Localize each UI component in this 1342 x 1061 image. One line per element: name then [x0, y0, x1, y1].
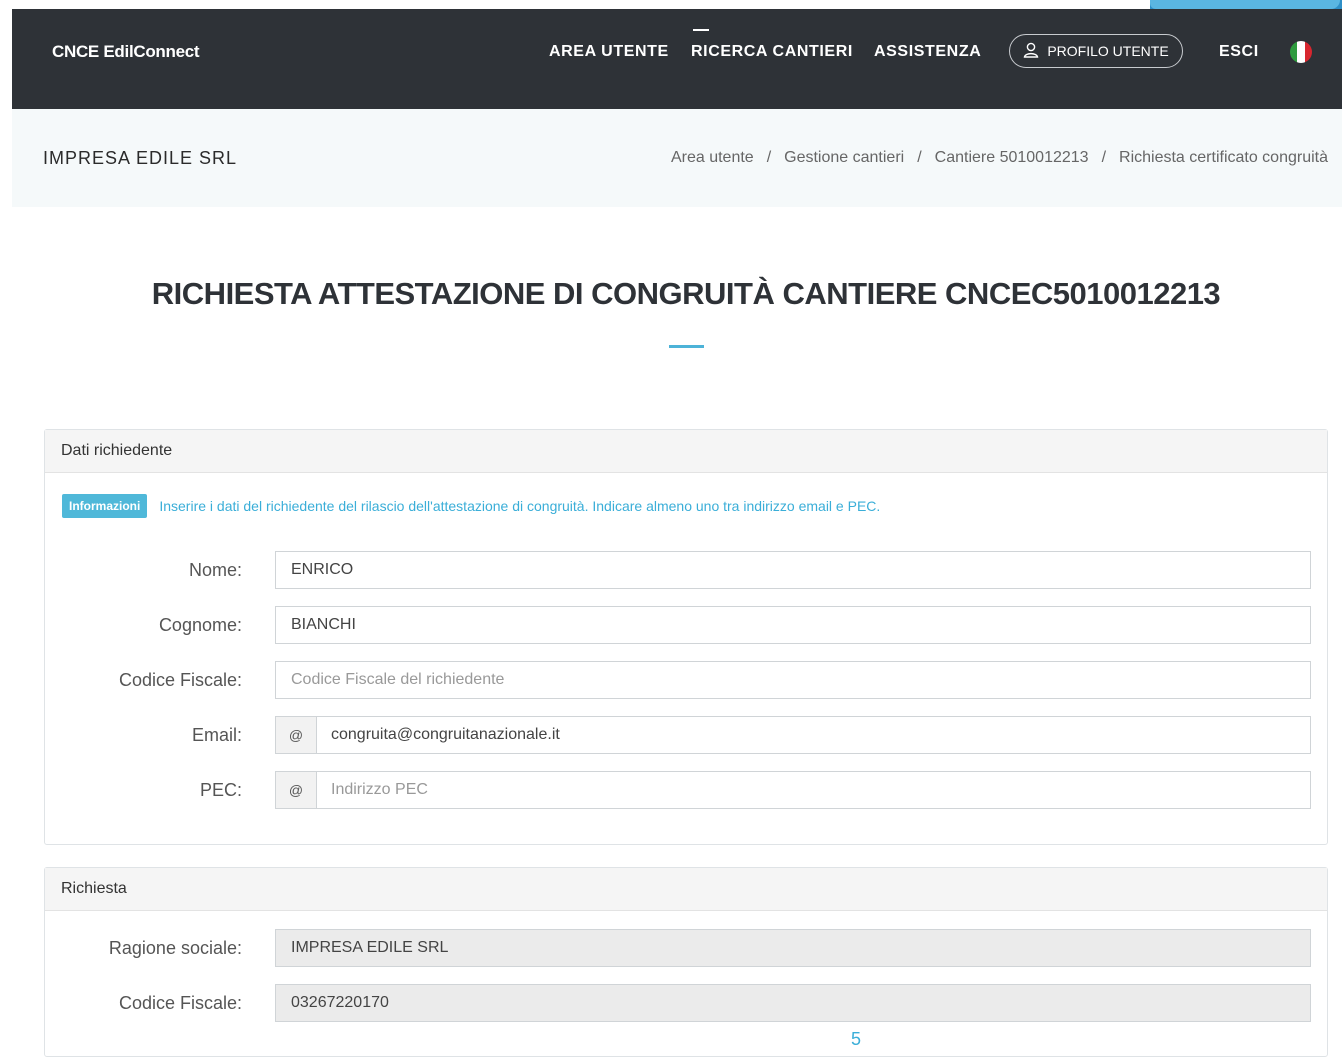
nome-label: Nome:	[188, 560, 242, 580]
page-title: RICHIESTA ATTESTAZIONE DI CONGRUITÀ CANT…	[151, 276, 1221, 311]
form-row-codice-fiscale-impresa: Codice Fiscale: 03267220170	[45, 984, 1329, 1022]
form-row-nome: Nome: ENRICO	[45, 551, 1329, 589]
codice-fiscale-input[interactable]: Codice Fiscale del richiedente	[275, 661, 1311, 699]
panel-heading: Dati richiedente	[45, 430, 1327, 473]
nav-ricerca-cantieri[interactable]: RICERCA CANTIERI	[691, 9, 853, 95]
user-icon	[1023, 42, 1039, 61]
nav-area-utente[interactable]: AREA UTENTE	[549, 9, 669, 95]
italian-flag-icon[interactable]	[1290, 41, 1312, 63]
brand-logo[interactable]: CNCE EdilConnect	[52, 9, 200, 95]
panel-richiesta: Richiesta Ragione sociale: IMPRESA EDILE…	[44, 867, 1328, 1057]
email-at-addon: @	[275, 716, 317, 754]
info-badge: Informazioni	[62, 494, 148, 518]
title-underline	[669, 345, 704, 348]
page-number: 5	[851, 1029, 862, 1049]
breadcrumb-cantiere[interactable]: Cantiere 5010012213	[935, 149, 1089, 166]
profile-button[interactable]: PROFILO UTENTE	[1009, 34, 1183, 68]
email-label: Email:	[191, 725, 242, 745]
info-text: Inserire i dati del richiedente del rila…	[159, 498, 881, 514]
panel-dati-richiedente: Dati richiedente Informazioni Inserire i…	[44, 429, 1328, 845]
breadcrumb: Area utente / Gestione cantieri / Cantiere 5…	[671, 109, 1328, 207]
breadcrumb-bar: IMPRESA EDILE SRL Area utente / Gestione c…	[12, 109, 1342, 207]
codice-fiscale-impresa-input: 03267220170	[275, 984, 1311, 1022]
breadcrumb-gestione-cantieri[interactable]: Gestione cantieri	[784, 149, 904, 166]
nav-assistenza[interactable]: ASSISTENZA	[874, 9, 981, 95]
form-row-codice-fiscale: Codice Fiscale: Codice Fiscale del richi…	[45, 661, 1329, 699]
company-name: IMPRESA EDILE SRL	[43, 148, 238, 168]
logout-link[interactable]: ESCI	[1219, 9, 1259, 95]
cognome-input[interactable]: BIANCHI	[275, 606, 1311, 644]
form-row-email: Email: @ congruita@congruitanazionale.it	[45, 716, 1329, 754]
pec-label: PEC:	[199, 780, 242, 800]
codice-fiscale-impresa-label: Codice Fiscale:	[118, 993, 242, 1013]
top-navbar: CNCE EdilConnect AREA UTENTE RICERCA CAN…	[12, 9, 1342, 109]
corner-decoration-light	[1150, 0, 1340, 9]
email-input[interactable]: congruita@congruitanazionale.it	[316, 716, 1311, 754]
ragione-sociale-label: Ragione sociale:	[108, 938, 242, 958]
breadcrumb-current: Richiesta certificato congruità	[1119, 149, 1328, 166]
breadcrumb-separator: /	[1101, 149, 1107, 166]
pec-at-addon: @	[275, 771, 317, 809]
breadcrumb-area-utente[interactable]: Area utente	[671, 149, 754, 166]
breadcrumb-separator: /	[917, 149, 922, 166]
profile-button-label: PROFILO UTENTE	[1047, 43, 1169, 59]
form-row-cognome: Cognome: BIANCHI	[45, 606, 1329, 644]
nome-input[interactable]: ENRICO	[275, 551, 1311, 589]
ragione-sociale-input: IMPRESA EDILE SRL	[275, 929, 1311, 967]
breadcrumb-separator: /	[766, 149, 772, 166]
codice-fiscale-label: Codice Fiscale:	[118, 670, 242, 690]
info-row: Informazioni Inserire i dati del richied…	[62, 494, 880, 518]
cognome-label: Cognome:	[158, 615, 242, 635]
pec-input[interactable]: Indirizzo PEC	[316, 771, 1311, 809]
panel-heading: Richiesta	[45, 868, 1327, 911]
form-row-ragione-sociale: Ragione sociale: IMPRESA EDILE SRL	[45, 929, 1329, 967]
form-row-pec: PEC: @ Indirizzo PEC	[45, 771, 1329, 809]
